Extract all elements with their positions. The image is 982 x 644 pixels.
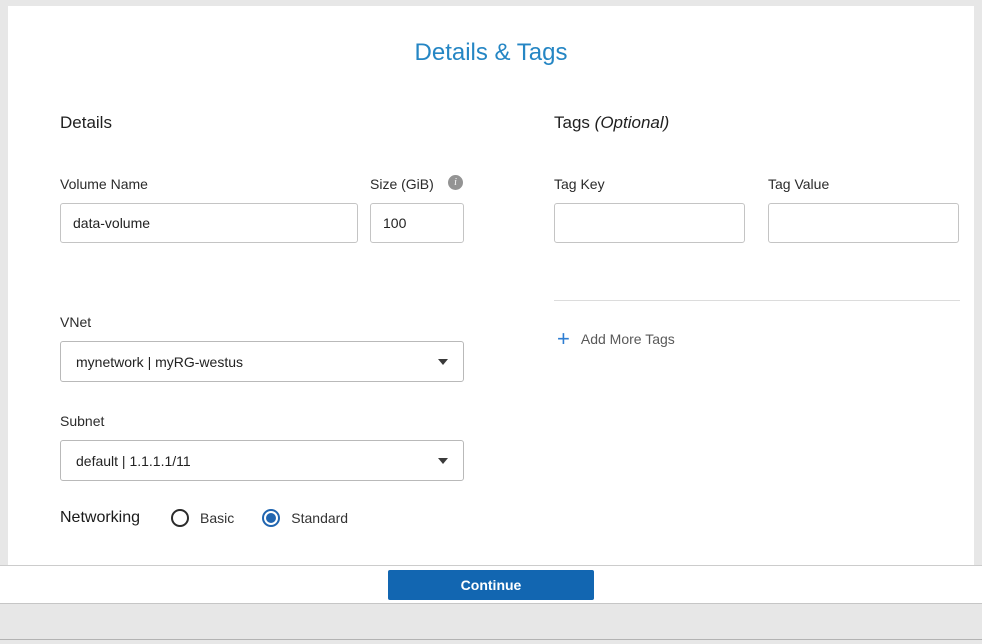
radio-basic-label: Basic <box>200 510 234 526</box>
info-icon[interactable]: i <box>448 175 463 190</box>
add-more-tags-label: Add More Tags <box>581 331 675 347</box>
tags-divider <box>554 300 960 301</box>
volume-name-label: Volume Name <box>60 176 148 192</box>
size-label: Size (GiB) <box>370 176 434 192</box>
footer-bar: Continue <box>0 565 982 604</box>
subnet-dropdown-value: default | 1.1.1.1/11 <box>76 453 191 469</box>
tag-key-input[interactable] <box>554 203 745 243</box>
volume-name-input[interactable] <box>60 203 358 243</box>
tags-heading-text: Tags <box>554 113 590 132</box>
bottom-area <box>0 604 982 644</box>
radio-standard-label: Standard <box>291 510 348 526</box>
tag-value-label: Tag Value <box>768 176 829 192</box>
bottom-border <box>0 639 982 640</box>
tag-key-label: Tag Key <box>554 176 605 192</box>
radio-circle-icon <box>262 509 280 527</box>
tags-heading-optional: (Optional) <box>595 113 670 132</box>
plus-icon: + <box>557 329 570 349</box>
networking-label: Networking <box>60 509 140 527</box>
vnet-dropdown[interactable]: mynetwork | myRG-westus <box>60 341 464 382</box>
tags-heading: Tags (Optional) <box>554 113 669 133</box>
continue-button[interactable]: Continue <box>388 570 594 600</box>
size-input[interactable] <box>370 203 464 243</box>
radio-basic[interactable]: Basic <box>171 509 234 527</box>
radio-circle-icon <box>171 509 189 527</box>
details-heading: Details <box>60 113 112 133</box>
radio-standard[interactable]: Standard <box>262 509 348 527</box>
details-and-tags-page: Details & Tags Details Volume Name Size … <box>0 0 982 644</box>
chevron-down-icon <box>438 359 448 365</box>
vnet-dropdown-value: mynetwork | myRG-westus <box>76 354 243 370</box>
networking-row: Networking Basic Standard <box>60 509 376 527</box>
vnet-label: VNet <box>60 314 91 330</box>
subnet-label: Subnet <box>60 413 104 429</box>
form-card: Details & Tags Details Volume Name Size … <box>8 6 974 565</box>
add-more-tags-button[interactable]: + Add More Tags <box>557 329 675 349</box>
chevron-down-icon <box>438 458 448 464</box>
subnet-dropdown[interactable]: default | 1.1.1.1/11 <box>60 440 464 481</box>
tag-value-input[interactable] <box>768 203 959 243</box>
page-title: Details & Tags <box>8 39 974 67</box>
